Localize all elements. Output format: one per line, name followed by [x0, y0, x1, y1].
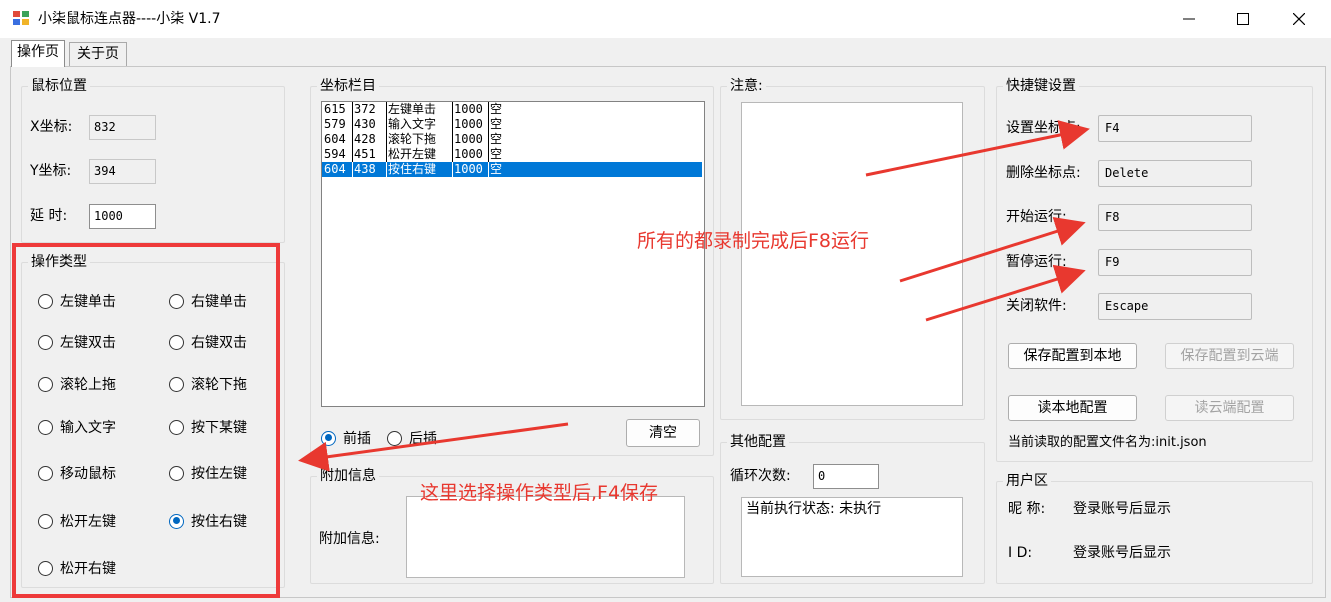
delete-point-hotkey[interactable]: Delete	[1098, 160, 1252, 187]
x-coord-label: X坐标:	[30, 119, 73, 135]
extra-info-label: 附加信息:	[319, 531, 380, 547]
list-item[interactable]: 594 451 松开左键 1000 空	[322, 147, 704, 162]
loop-count-label: 循环次数:	[730, 468, 791, 484]
minimize-button[interactable]	[1162, 0, 1216, 38]
minimize-icon	[1183, 18, 1195, 20]
list-item[interactable]: 579 430 输入文字 1000 空	[322, 117, 704, 132]
read-cloud-config-button[interactable]: 读云端配置	[1165, 395, 1294, 421]
nickname-value: 登录账号后显示	[1073, 501, 1171, 517]
radio-circle-checked	[321, 430, 336, 446]
loop-count-input[interactable]: 0	[813, 464, 879, 489]
title-bar[interactable]: 小柒鼠标连点器----小柒 V1.7	[0, 0, 1331, 38]
annotation-select-hint: 这里选择操作类型后,F4保存	[420, 482, 659, 504]
list-item[interactable]: 615 372 左键单击 1000 空	[322, 102, 704, 117]
extra-info-input[interactable]	[406, 496, 685, 578]
user-area-title: 用户区	[1003, 472, 1051, 490]
y-coord-value: 394	[89, 159, 156, 184]
maximize-icon	[1237, 13, 1249, 25]
clear-button[interactable]: 清空	[626, 419, 700, 447]
radio-circle	[387, 430, 402, 446]
mouse-position-title: 鼠标位置	[28, 77, 90, 95]
radio-insert-after[interactable]: 后插	[387, 428, 437, 448]
tab-about[interactable]: 关于页	[69, 42, 127, 66]
hotkey-settings-title: 快捷键设置	[1003, 77, 1079, 95]
notice-textarea[interactable]	[741, 102, 963, 406]
app-icon	[12, 10, 30, 26]
save-cloud-config-button[interactable]: 保存配置到云端	[1165, 343, 1294, 369]
close-app-label: 关闭软件:	[1006, 298, 1067, 314]
notice-title: 注意:	[727, 77, 766, 95]
pause-run-label: 暂停运行:	[1006, 254, 1067, 270]
coordinate-list-title: 坐标栏目	[317, 77, 379, 95]
start-run-label: 开始运行:	[1006, 209, 1067, 225]
other-config-title: 其他配置	[727, 433, 789, 451]
set-point-hotkey[interactable]: F4	[1098, 115, 1252, 142]
y-coord-label: Y坐标:	[30, 163, 72, 179]
user-id-value: 登录账号后显示	[1073, 545, 1171, 561]
pause-run-hotkey[interactable]: F9	[1098, 249, 1252, 276]
window-title: 小柒鼠标连点器----小柒 V1.7	[38, 11, 221, 27]
app-window: 小柒鼠标连点器----小柒 V1.7 操作页 关于页 鼠标位置 X坐标: 832…	[0, 0, 1331, 602]
close-icon	[1293, 13, 1305, 25]
execution-status-text: 当前执行状态: 未执行	[746, 501, 882, 517]
list-item[interactable]: 604 428 滚轮下拖 1000 空	[322, 132, 704, 147]
annotation-highlight-box	[12, 243, 280, 598]
annotation-run-hint: 所有的都录制完成后F8运行	[637, 230, 870, 252]
tab-operate[interactable]: 操作页	[11, 40, 65, 67]
config-file-name: 当前读取的配置文件名为:init.json	[1008, 435, 1207, 450]
x-coord-value: 832	[89, 115, 156, 140]
user-id-label: I D:	[1008, 545, 1033, 561]
user-area-group: 用户区	[996, 472, 1313, 584]
maximize-button[interactable]	[1216, 0, 1270, 38]
delay-input[interactable]: 1000	[89, 204, 156, 229]
nickname-label: 昵 称:	[1008, 501, 1046, 517]
save-local-config-button[interactable]: 保存配置到本地	[1008, 343, 1137, 369]
extra-info-title: 附加信息	[317, 467, 379, 485]
delete-point-label: 删除坐标点:	[1006, 165, 1081, 181]
close-app-hotkey[interactable]: Escape	[1098, 293, 1252, 320]
delay-label: 延 时:	[30, 208, 68, 224]
start-run-hotkey[interactable]: F8	[1098, 204, 1252, 231]
close-button[interactable]	[1272, 0, 1326, 38]
read-local-config-button[interactable]: 读本地配置	[1008, 395, 1137, 421]
coordinate-list[interactable]: 615 372 左键单击 1000 空 579 430 输入文字 1000 空 604 428 滚轮…	[321, 101, 705, 407]
set-point-label: 设置坐标点:	[1006, 120, 1081, 136]
radio-insert-before[interactable]: 前插	[321, 428, 371, 448]
list-item-selected[interactable]: 604 438 按住右键 1000 空	[322, 162, 702, 177]
